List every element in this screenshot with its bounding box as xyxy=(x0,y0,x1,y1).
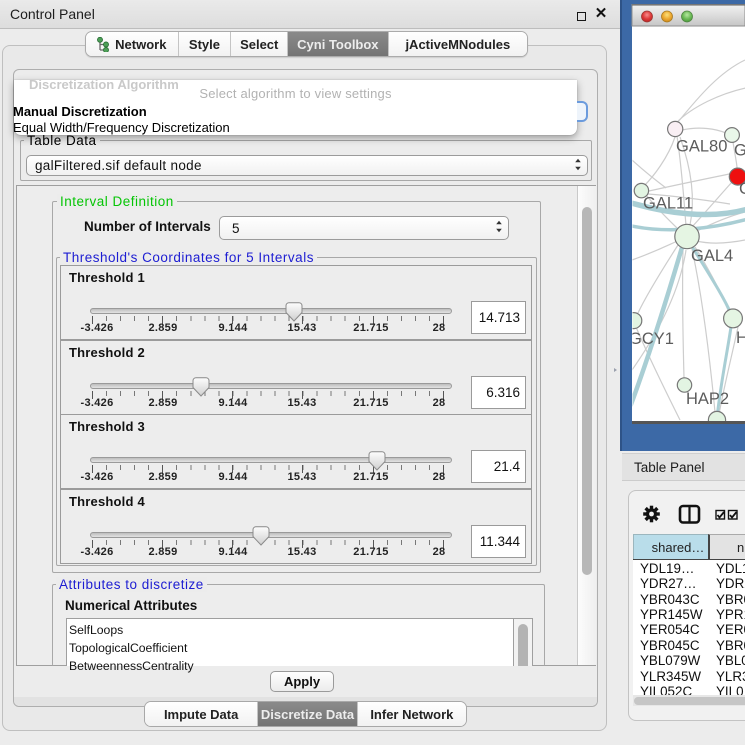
svg-text:GAL4: GAL4 xyxy=(691,247,733,265)
svg-text:GCY1: GCY1 xyxy=(629,330,674,348)
svg-text:GA: GA xyxy=(734,142,745,160)
svg-text:H: H xyxy=(736,329,745,347)
svg-text:C: C xyxy=(739,180,745,198)
svg-text:HAP2: HAP2 xyxy=(686,390,729,408)
svg-text:GAL11: GAL11 xyxy=(643,195,693,213)
svg-text:GAL80: GAL80 xyxy=(676,138,727,156)
